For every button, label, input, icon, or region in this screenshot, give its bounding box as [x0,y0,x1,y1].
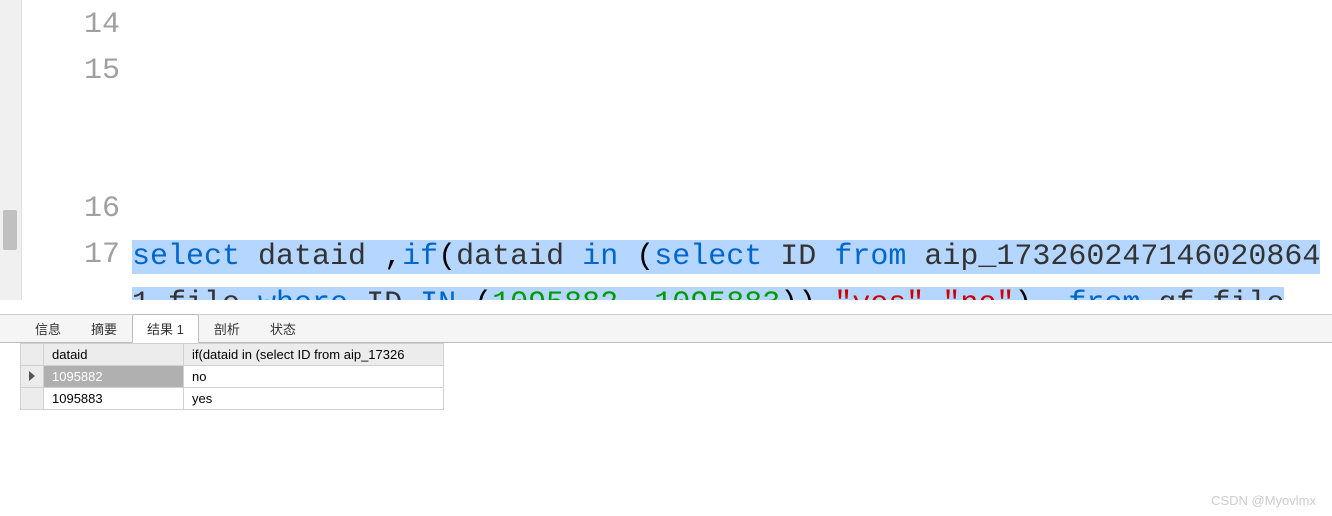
tab-profile[interactable]: 剖析 [199,314,255,343]
tab-info[interactable]: 信息 [20,314,76,343]
result-grid[interactable]: dataid if(dataid in (select ID from aip_… [20,343,444,410]
row-indicator [21,388,44,410]
table-row[interactable]: 1095882 no [21,366,444,388]
code-line [132,95,1332,141]
cell-result[interactable]: no [184,366,444,388]
tab-status[interactable]: 状态 [255,314,311,343]
line-number: 14 [22,2,120,48]
cell-result[interactable]: yes [184,388,444,410]
current-row-icon [29,371,35,381]
table-row[interactable]: 1095883 yes [21,388,444,410]
cell-dataid[interactable]: 1095882 [44,366,184,388]
column-header[interactable]: dataid [44,344,184,366]
code-line: select dataid ,if(dataid in (select ID f… [132,234,1332,300]
line-number-gutter: 14 15 16 17 [22,0,132,300]
watermark: CSDN @Myovlmx [1211,493,1316,508]
line-number: 16 [22,186,120,232]
line-number: 17 [22,232,120,278]
result-panel: 信息 摘要 结果 1 剖析 状态 dataid if(dataid in (se… [0,314,1332,410]
grid-corner [21,344,44,366]
tab-result-1[interactable]: 结果 1 [132,314,199,343]
tab-summary[interactable]: 摘要 [76,314,132,343]
fold-mark [3,210,17,250]
code-content[interactable]: select dataid ,if(dataid in (select ID f… [132,0,1332,300]
cell-dataid[interactable]: 1095883 [44,388,184,410]
result-tabs: 信息 摘要 结果 1 剖析 状态 [0,315,1332,343]
column-header[interactable]: if(dataid in (select ID from aip_17326 [184,344,444,366]
sql-editor[interactable]: 14 15 16 17 select dataid ,if(dataid in … [0,0,1332,300]
fold-gutter [0,0,22,300]
row-indicator [21,366,44,388]
line-number: 15 [22,48,120,186]
